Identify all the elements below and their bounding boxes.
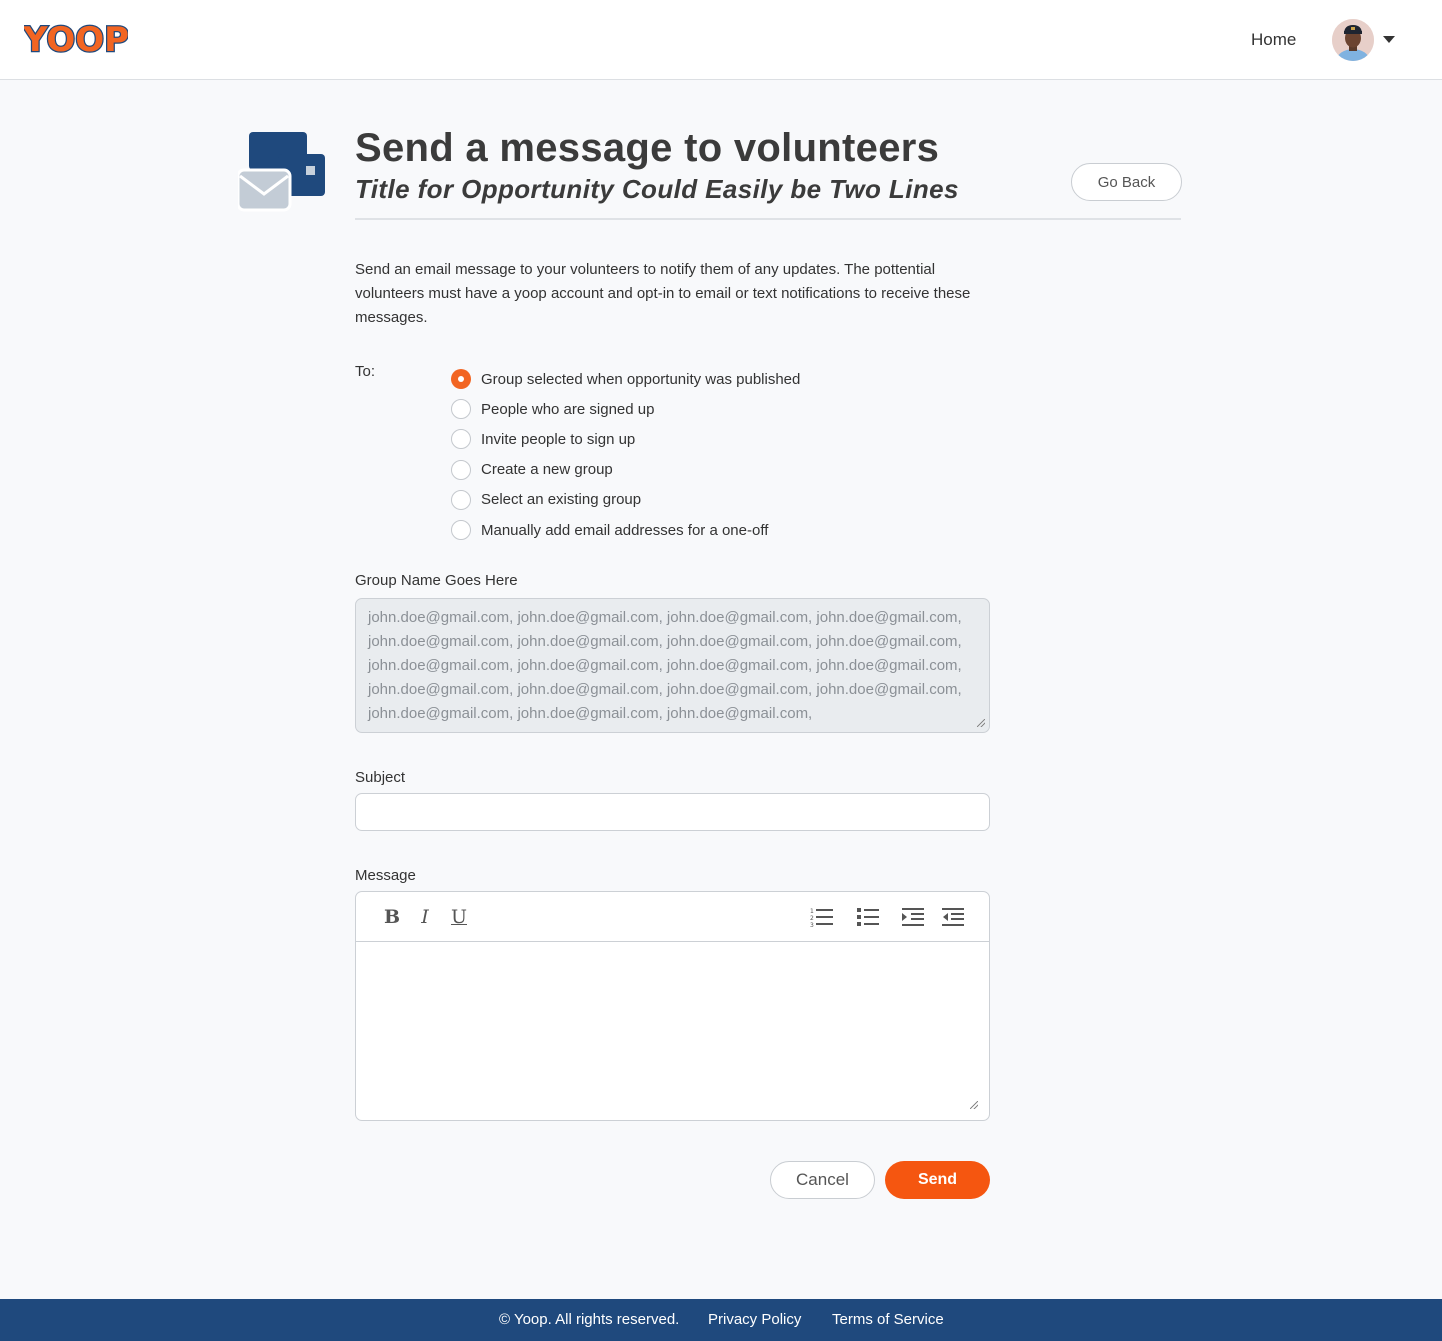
account-menu-caret-icon[interactable] xyxy=(1383,36,1395,43)
radio-option-group-published[interactable]: Group selected when opportunity was publ… xyxy=(451,364,800,394)
svg-text:YOOP: YOOP xyxy=(24,20,128,60)
radio-option-existing-group[interactable]: Select an existing group xyxy=(451,485,800,515)
user-avatar[interactable] xyxy=(1332,19,1374,61)
outdent-icon[interactable] xyxy=(941,905,965,929)
radio-button[interactable] xyxy=(451,489,471,510)
radio-label: Manually add email addresses for a one-o… xyxy=(481,521,769,539)
message-editor: B I U 1 2 3 xyxy=(355,891,990,1121)
go-back-button[interactable]: Go Back xyxy=(1071,163,1182,201)
message-label: Message xyxy=(355,867,416,884)
italic-button[interactable]: I xyxy=(415,905,435,929)
radio-button[interactable] xyxy=(451,459,471,480)
indent-icon[interactable] xyxy=(901,905,925,929)
resize-grip-icon[interactable] xyxy=(970,1101,978,1109)
underline-button[interactable]: U xyxy=(449,905,469,929)
subject-label: Subject xyxy=(355,769,406,786)
radio-option-signed-up[interactable]: People who are signed up xyxy=(451,394,800,424)
radio-label: Select an existing group xyxy=(481,491,642,509)
radio-label: Create a new group xyxy=(481,461,613,479)
footer: © Yoop. All rights reserved. Privacy Pol… xyxy=(0,1299,1442,1341)
to-label: To: xyxy=(355,363,376,380)
page-subtitle: Title for Opportunity Could Easily be Tw… xyxy=(355,174,959,204)
radio-option-manual-emails[interactable]: Manually add email addresses for a one-o… xyxy=(451,515,800,545)
radio-option-new-group[interactable]: Create a new group xyxy=(451,455,800,485)
radio-option-invite[interactable]: Invite people to sign up xyxy=(451,424,800,454)
editor-toolbar: B I U 1 2 3 xyxy=(356,892,989,942)
nav-home-link[interactable]: Home xyxy=(1251,30,1296,50)
bold-button[interactable]: B xyxy=(382,905,402,929)
yoop-logo[interactable]: YOOP xyxy=(24,18,128,60)
ordered-list-icon[interactable]: 1 2 3 xyxy=(810,905,834,929)
title-divider xyxy=(355,218,1181,220)
top-navbar: YOOP Home xyxy=(0,0,1442,80)
radio-button[interactable] xyxy=(451,399,471,420)
group-emails-textarea[interactable]: john.doe@gmail.com, john.doe@gmail.com, … xyxy=(355,598,990,733)
radio-button[interactable] xyxy=(451,429,471,450)
group-name-label: Group Name Goes Here xyxy=(355,572,518,589)
radio-label: People who are signed up xyxy=(481,400,655,418)
resize-grip-icon[interactable] xyxy=(977,719,985,727)
message-body-textarea[interactable] xyxy=(356,943,989,1120)
footer-copyright: © Yoop. All rights reserved. xyxy=(499,1311,680,1328)
svg-text:2: 2 xyxy=(810,915,814,922)
messages-envelope-icon xyxy=(238,132,325,212)
page-title: Send a message to volunteers xyxy=(355,126,940,170)
svg-text:1: 1 xyxy=(810,908,814,915)
avatar-portrait-icon xyxy=(1332,19,1374,61)
privacy-policy-link[interactable]: Privacy Policy xyxy=(708,1311,801,1328)
send-button[interactable]: Send xyxy=(885,1161,990,1199)
radio-button[interactable] xyxy=(451,369,471,390)
radio-label: Group selected when opportunity was publ… xyxy=(481,370,801,388)
intro-text: Send an email message to your volunteers… xyxy=(355,261,971,326)
subject-input[interactable] xyxy=(355,793,990,831)
svg-text:3: 3 xyxy=(810,922,814,927)
bullet-list-icon[interactable] xyxy=(856,905,880,929)
recipient-radio-group: Group selected when opportunity was publ… xyxy=(451,364,800,545)
radio-label: Invite people to sign up xyxy=(481,430,636,448)
radio-button[interactable] xyxy=(451,520,471,541)
terms-of-service-link[interactable]: Terms of Service xyxy=(832,1311,944,1328)
cancel-button[interactable]: Cancel xyxy=(770,1161,875,1199)
